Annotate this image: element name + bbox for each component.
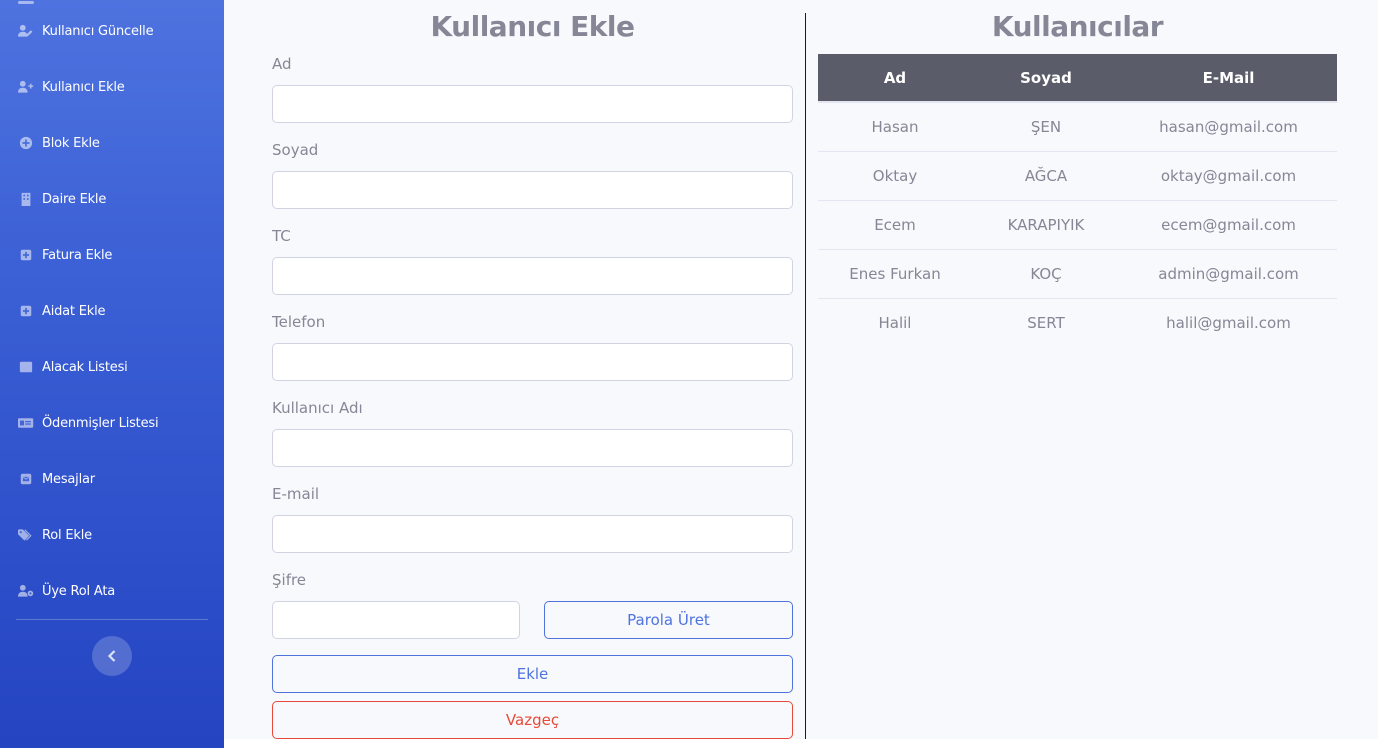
sidebar-item-rol-ekle[interactable]: Rol Ekle: [16, 523, 92, 547]
sidebar-item-label: Kullanıcı Güncelle: [42, 23, 154, 39]
cancel-button[interactable]: Vazgeç: [272, 701, 793, 739]
sidebar-item-kullanici-ekle[interactable]: Kullanıcı Ekle: [16, 75, 125, 99]
sidebar-item-aidat-ekle[interactable]: Aidat Ekle: [16, 299, 106, 323]
table-row: Oktay AĞCA oktay@gmail.com: [818, 151, 1337, 201]
user-plus-icon: [16, 79, 36, 95]
cell-soyad: KARAPIYIK: [972, 200, 1120, 250]
sifre-input[interactable]: [272, 601, 520, 639]
cell-soyad: KOÇ: [972, 249, 1120, 299]
sidebar-item-odenmisler-listesi[interactable]: Ödenmişler Listesi: [16, 411, 159, 435]
sidebar-item-label: Ödenmişler Listesi: [42, 415, 159, 431]
soyad-input[interactable]: [272, 171, 793, 209]
sidebar-item-blok-ekle[interactable]: Blok Ekle: [16, 131, 100, 155]
kullanici-adi-label: Kullanıcı Adı: [272, 399, 363, 417]
column-header-ad: Ad: [818, 54, 972, 103]
users-table: Ad Soyad E-Mail Hasan ŞEN hasan@gmail.co…: [818, 54, 1337, 347]
add-user-button[interactable]: Ekle: [272, 655, 793, 693]
tc-input[interactable]: [272, 257, 793, 295]
ad-label: Ad: [272, 55, 292, 73]
sidebar-item-label: Blok Ekle: [42, 135, 100, 151]
vertical-divider: [805, 13, 806, 739]
ad-input[interactable]: [272, 85, 793, 123]
tc-label: TC: [272, 227, 291, 245]
sidebar-item-label: Alacak Listesi: [42, 359, 128, 375]
cell-email: ecem@gmail.com: [1120, 200, 1337, 250]
table-header-row: Ad Soyad E-Mail: [818, 54, 1337, 103]
generate-password-button[interactable]: Parola Üret: [544, 601, 793, 639]
cell-email: admin@gmail.com: [1120, 249, 1337, 299]
soyad-label: Soyad: [272, 141, 319, 159]
telefon-input[interactable]: [272, 343, 793, 381]
plus-circle-icon: [16, 135, 36, 151]
cell-ad: Halil: [878, 313, 912, 332]
building-icon: [16, 191, 36, 207]
user-cog-icon: [16, 583, 36, 599]
table-row: Hasan ŞEN hasan@gmail.com: [818, 102, 1337, 152]
users-title: Kullanıcılar: [991, 10, 1164, 43]
plus-square-icon: [16, 303, 36, 319]
sidebar-item-label: Fatura Ekle: [42, 247, 113, 263]
sidebar-item-mesajlar[interactable]: Mesajlar: [16, 467, 95, 491]
cell-ad: Oktay: [818, 151, 972, 201]
cell-ad: Enes Furkan: [818, 249, 972, 299]
column-header-email: E-Mail: [1120, 54, 1337, 103]
envelope-square-icon: [16, 471, 36, 487]
sidebar-item-label: Aidat Ekle: [42, 303, 106, 319]
sidebar-item-label: Daire Ekle: [42, 191, 107, 207]
sidebar-item-uye-rol-ata[interactable]: Üye Rol Ata: [16, 579, 115, 603]
table-row: Halil SERT halil@gmail.com: [818, 298, 1337, 347]
column-header-soyad: Soyad: [972, 54, 1120, 103]
cell-email: hasan@gmail.com: [1120, 102, 1337, 152]
email-input[interactable]: [272, 515, 793, 553]
sidebar-toggle-button[interactable]: [92, 636, 132, 676]
plus-square-icon: [16, 247, 36, 263]
kullanici-adi-input[interactable]: [272, 429, 793, 467]
chevron-left-icon: [107, 650, 116, 662]
sidebar-item-label: Üye Rol Ata: [42, 583, 116, 599]
cell-ad: Ecem: [818, 200, 972, 250]
sidebar: Kullanıcı Güncelle Kullanıcı Ekle Blok E…: [0, 0, 224, 748]
cell-email: oktay@gmail.com: [1120, 151, 1337, 201]
sidebar-divider: [16, 619, 208, 620]
sidebar-item-alacak-listesi[interactable]: Alacak Listesi: [16, 355, 128, 379]
table-icon: [16, 359, 36, 375]
telefon-label: Telefon: [272, 313, 326, 331]
cell-ad: Hasan: [818, 102, 972, 152]
user-edit-icon: [16, 23, 36, 39]
sidebar-item-kullanici-guncelle[interactable]: Kullanıcı Güncelle: [16, 19, 154, 43]
table-row: Enes Furkan KOÇ admin@gmail.com: [818, 249, 1337, 299]
cell-soyad: AĞCA: [972, 151, 1120, 201]
sidebar-item-label: Mesajlar: [42, 471, 95, 487]
sidebar-item-daire-ekle[interactable]: Daire Ekle: [16, 187, 106, 211]
sidebar-item-label: Kullanıcı Ekle: [42, 79, 125, 95]
sifre-label: Şifre: [272, 571, 307, 589]
sidebar-item-label: Rol Ekle: [42, 527, 92, 543]
cell-soyad: ŞEN: [972, 102, 1120, 152]
cell-soyad: SERT: [1027, 313, 1065, 332]
table-row: Ecem KARAPIYIK ecem@gmail.com: [818, 200, 1337, 250]
sidebar-item-fatura-ekle[interactable]: Fatura Ekle: [16, 243, 112, 267]
id-card-icon: [16, 415, 36, 431]
email-label: E-mail: [272, 485, 320, 503]
cell-email: halil@gmail.com: [1166, 313, 1291, 332]
tags-icon: [16, 527, 36, 543]
cut-off-icon: [16, 0, 36, 4]
form-title: Kullanıcı Ekle: [430, 10, 635, 43]
